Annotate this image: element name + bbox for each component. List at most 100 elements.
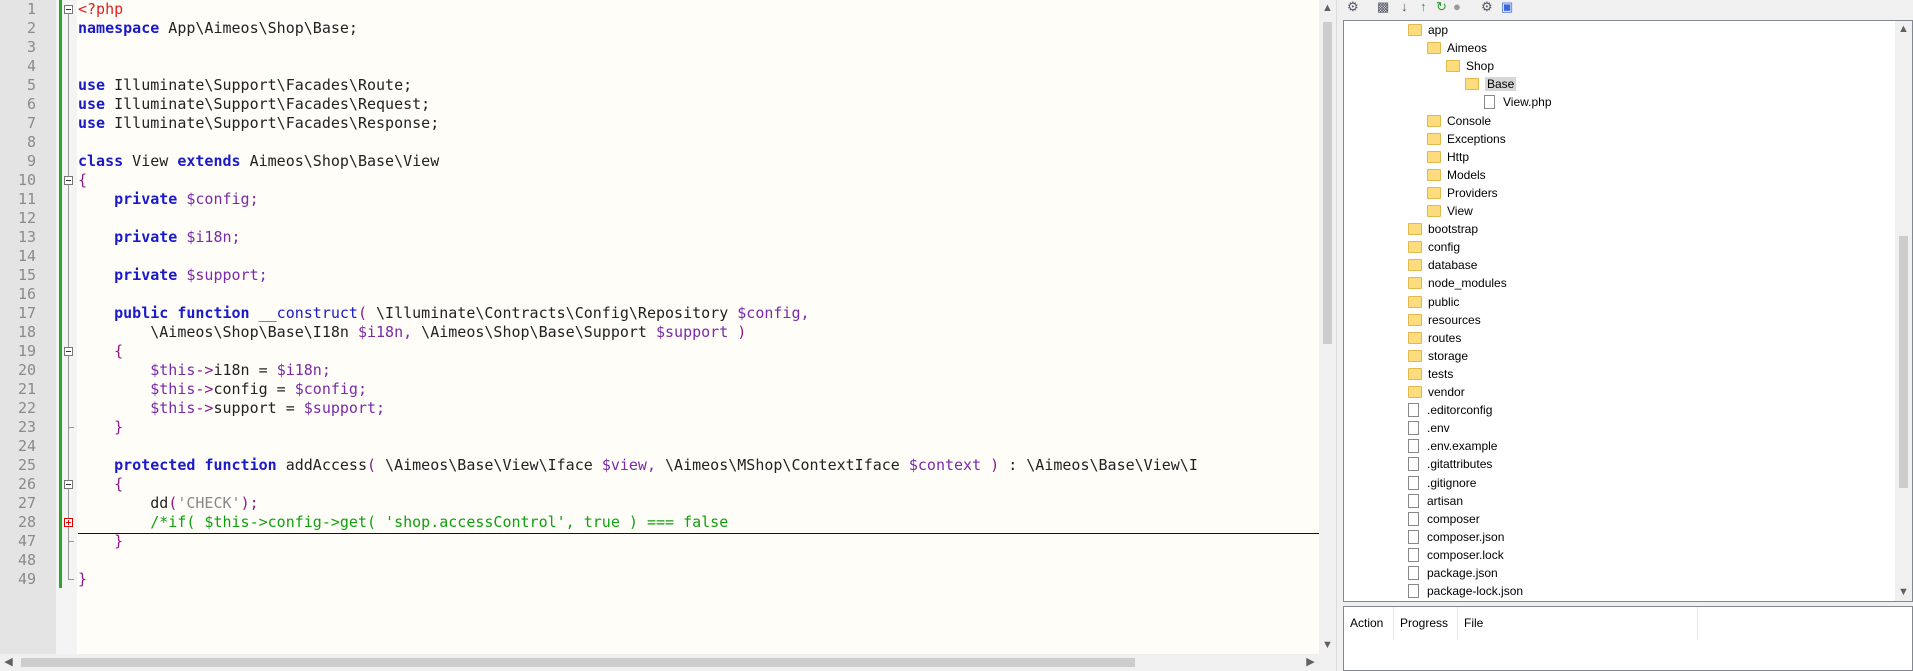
tree-file-item[interactable]: composer.json (1408, 528, 1504, 546)
code-line[interactable]: dd('CHECK'); (78, 494, 258, 513)
tree-file-item[interactable]: .gitattributes (1408, 455, 1492, 473)
queue-header-file[interactable]: File (1458, 607, 1698, 639)
scroll-right-arrow-icon[interactable]: ▶ (1302, 654, 1319, 671)
code-token: 'CHECK' (177, 494, 241, 512)
queue-header-action[interactable]: Action (1344, 607, 1394, 639)
code-token: private (114, 190, 178, 208)
code-line[interactable]: /*if( $this->config->get( 'shop.accessCo… (78, 513, 728, 532)
tree-file-item[interactable]: composer.lock (1408, 546, 1504, 564)
tree-folder-item[interactable]: node_modules (1408, 274, 1507, 292)
code-line[interactable]: private $config; (78, 190, 259, 209)
line-number: 28 (17, 513, 36, 531)
code-line[interactable]: } (78, 570, 87, 589)
code-line[interactable]: protected function addAccess( \Aimeos\Ba… (78, 456, 1198, 475)
upload-icon[interactable]: ↑ (1420, 0, 1427, 14)
tree-folder-item[interactable]: resources (1408, 311, 1481, 329)
code-line[interactable]: use Illuminate\Support\Facades\Route; (78, 76, 412, 95)
tree-folder-item[interactable]: vendor (1408, 383, 1465, 401)
tree-folder-item[interactable]: storage (1408, 347, 1468, 365)
tree-scroll-down-arrow-icon[interactable]: ▼ (1895, 584, 1912, 601)
change-history-bar (59, 0, 62, 588)
tree-folder-item[interactable]: Http (1427, 148, 1469, 166)
code-editor[interactable]: <?php namespace App\Aimeos\Shop\Base; use … (0, 0, 1319, 654)
code-line[interactable]: } (78, 532, 123, 551)
file-tree[interactable]: app Aimeos Shop Base View.php Console Exceptio… (1343, 20, 1913, 602)
code-line[interactable]: } (78, 418, 123, 437)
tree-folder-item[interactable]: Exceptions (1427, 130, 1506, 148)
editor-vertical-scroll-thumb[interactable] (1323, 22, 1332, 344)
code-line[interactable]: { (78, 475, 123, 494)
fold-collapse-icon[interactable] (64, 347, 73, 356)
fold-expand-icon[interactable] (64, 518, 73, 527)
tree-folder-item[interactable]: Aimeos (1427, 39, 1487, 57)
fold-collapse-icon[interactable] (64, 480, 73, 489)
tree-file-item[interactable]: artisan (1408, 492, 1463, 510)
code-token: ) (981, 456, 1000, 474)
code-line[interactable]: private $i18n; (78, 228, 240, 247)
scroll-down-arrow-icon[interactable]: ▼ (1319, 637, 1336, 654)
code-line[interactable]: { (78, 342, 123, 361)
editor-horizontal-scrollbar[interactable]: ◀ ▶ (0, 654, 1319, 671)
code-line[interactable]: $this->support = $support; (78, 399, 385, 418)
tree-folder-item[interactable]: Providers (1427, 184, 1498, 202)
tree-file-item[interactable]: .gitignore (1408, 474, 1476, 492)
folder-icon (1427, 205, 1441, 217)
settings-icon[interactable]: ⚙ (1481, 0, 1493, 14)
tree-folder-item[interactable]: app (1408, 21, 1448, 39)
code-line[interactable]: use Illuminate\Support\Facades\Request; (78, 95, 430, 114)
tree-item-label: composer (1427, 512, 1480, 526)
editor-horizontal-scroll-thumb[interactable] (21, 658, 1135, 667)
code-line[interactable]: namespace App\Aimeos\Shop\Base; (78, 19, 358, 38)
printer-icon[interactable]: ▩ (1377, 0, 1389, 14)
tree-file-item[interactable]: .env (1408, 419, 1450, 437)
code-token: ) (728, 323, 747, 341)
tree-scroll-up-arrow-icon[interactable]: ▲ (1895, 21, 1912, 38)
tree-folder-item[interactable]: Shop (1446, 57, 1494, 75)
code-token: <?php (78, 0, 124, 18)
folder-icon (1427, 115, 1441, 127)
tree-folder-item[interactable]: Base (1465, 75, 1517, 93)
scroll-left-arrow-icon[interactable]: ◀ (0, 654, 17, 671)
tree-file-item[interactable]: package.json (1408, 564, 1498, 582)
file-tree-scrollbar[interactable]: ▲ ▼ (1895, 21, 1912, 601)
stop-icon[interactable]: ● (1453, 0, 1461, 14)
scroll-up-arrow-icon[interactable]: ▲ (1319, 0, 1336, 17)
tree-folder-item[interactable]: config (1408, 238, 1460, 256)
code-token: $support; (186, 266, 268, 284)
code-line[interactable]: \Aimeos\Shop\Base\I18n $i18n, \Aimeos\Sh… (78, 323, 746, 342)
tree-file-item[interactable]: View.php (1484, 93, 1552, 111)
code-line[interactable]: class View extends Aimeos\Shop\Base\View (78, 152, 439, 171)
code-line[interactable]: $this->i18n = $i18n; (78, 361, 331, 380)
download-icon[interactable]: ↓ (1401, 0, 1408, 14)
code-line[interactable]: public function __construct( \Illuminate… (78, 304, 809, 323)
tree-file-item[interactable]: composer (1408, 510, 1480, 528)
tree-folder-item[interactable]: bootstrap (1408, 220, 1478, 238)
queue-header-progress[interactable]: Progress (1394, 607, 1458, 639)
code-line[interactable]: { (78, 171, 87, 190)
tree-file-item[interactable]: .env.example (1408, 437, 1497, 455)
tree-folder-item[interactable]: routes (1408, 329, 1461, 347)
code-line[interactable]: $this->config = $config; (78, 380, 367, 399)
plug-icon[interactable]: ⚙ (1347, 0, 1359, 14)
tree-file-item[interactable]: .editorconfig (1408, 401, 1492, 419)
tree-folder-item[interactable]: Models (1427, 166, 1486, 184)
editor-vertical-scrollbar[interactable]: ▲ ▼ (1319, 0, 1336, 654)
fold-collapse-icon[interactable] (64, 176, 73, 185)
tree-folder-item[interactable]: Console (1427, 112, 1491, 130)
file-tree-scroll-thumb[interactable] (1899, 236, 1908, 488)
tree-folder-item[interactable]: database (1408, 256, 1477, 274)
tree-folder-item[interactable]: public (1408, 293, 1459, 311)
code-token: $config; (294, 380, 367, 398)
code-line[interactable]: <?php (78, 0, 123, 19)
tree-folder-item[interactable]: tests (1408, 365, 1453, 383)
tree-file-item[interactable]: package-lock.json (1408, 582, 1523, 600)
panel-icon[interactable]: ▣ (1501, 0, 1513, 14)
tree-folder-item[interactable]: View (1427, 202, 1473, 220)
code-token: $this (150, 361, 196, 379)
sync-icon[interactable]: ↻ (1436, 0, 1447, 14)
fold-collapse-icon[interactable] (64, 5, 73, 14)
code-token: function (177, 304, 250, 322)
code-line[interactable]: private $support; (78, 266, 268, 285)
code-line[interactable]: use Illuminate\Support\Facades\Response; (78, 114, 439, 133)
tree-item-label: bootstrap (1428, 222, 1479, 236)
